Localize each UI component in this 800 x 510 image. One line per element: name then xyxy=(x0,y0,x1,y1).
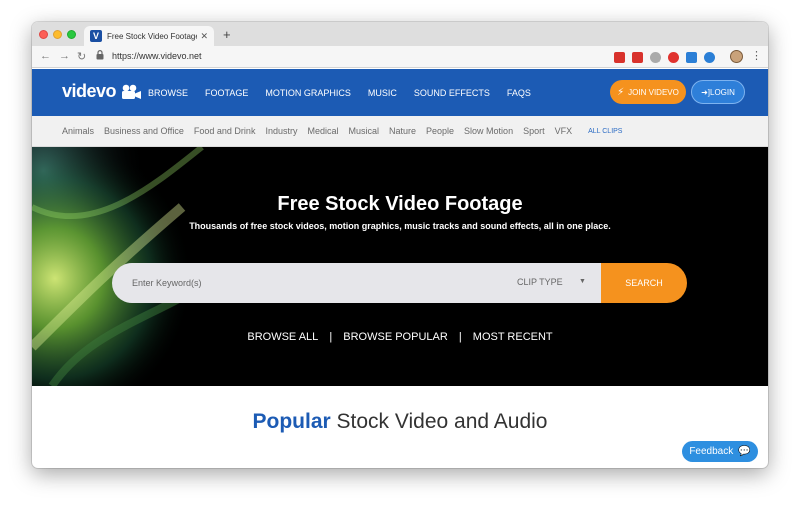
all-clips-link[interactable]: ALL CLIPS xyxy=(588,128,622,135)
hero-subtitle: Thousands of free stock videos, motion g… xyxy=(189,221,611,231)
tab-title: Free Stock Video Footage & M xyxy=(107,31,198,41)
chat-bubble-icon: 💬 xyxy=(738,446,751,457)
category-link[interactable]: Industry xyxy=(265,126,297,136)
browser-toolbar: ← → ↻ https://www.videvo.net ☆ ⋮ xyxy=(32,46,768,68)
avatar[interactable] xyxy=(730,50,743,63)
browse-links: BROWSE ALL | BROWSE POPULAR | MOST RECEN… xyxy=(32,331,768,343)
category-bar: Animals Business and Office Food and Dri… xyxy=(32,116,768,147)
category-link[interactable]: People xyxy=(426,126,454,136)
hero-title: Free Stock Video Footage xyxy=(277,193,523,215)
join-videvo-button[interactable]: ⚡ JOIN VIDEVO xyxy=(610,80,686,104)
site-header: videvo BROWSE FOOTAGE MOTION GRAPHICS MU… xyxy=(32,69,768,116)
popular-rest: Stock Video and Audio xyxy=(330,410,548,433)
category-link[interactable]: Food and Drink xyxy=(194,126,256,136)
category-link[interactable]: Sport xyxy=(523,126,545,136)
tab-strip: V Free Stock Video Footage & M ✕ + xyxy=(32,22,768,46)
video-camera-icon xyxy=(122,84,142,99)
category-link[interactable]: Slow Motion xyxy=(464,126,513,136)
extension-icon[interactable] xyxy=(686,52,697,63)
back-arrow-icon[interactable]: ← xyxy=(40,50,51,62)
extension-icon[interactable] xyxy=(668,52,679,63)
login-label: ➜]LOGIN xyxy=(701,87,735,97)
reload-icon[interactable]: ↻ xyxy=(77,50,86,63)
nav-sound-effects[interactable]: SOUND EFFECTS xyxy=(414,88,490,98)
chevron-down-icon[interactable]: ▼ xyxy=(579,278,586,285)
category-link[interactable]: Medical xyxy=(307,126,338,136)
category-link[interactable]: Animals xyxy=(62,126,94,136)
category-link[interactable]: Musical xyxy=(348,126,379,136)
login-button[interactable]: ➜]LOGIN xyxy=(691,80,745,104)
close-window-button[interactable] xyxy=(39,30,48,39)
most-recent-link[interactable]: MOST RECENT xyxy=(473,331,553,343)
tab-close-icon[interactable]: ✕ xyxy=(200,31,208,42)
feedback-label: Feedback xyxy=(689,446,734,457)
videvo-logo[interactable]: videvo xyxy=(62,81,142,102)
nav-footage[interactable]: FOOTAGE xyxy=(205,88,248,98)
category-link[interactable]: Business and Office xyxy=(104,126,184,136)
minimize-window-button[interactable] xyxy=(53,30,62,39)
extension-icon[interactable] xyxy=(614,52,625,63)
nav-faqs[interactable]: FAQS xyxy=(507,88,531,98)
extension-icon[interactable] xyxy=(632,52,643,63)
main-nav: BROWSE FOOTAGE MOTION GRAPHICS MUSIC SOU… xyxy=(148,69,548,116)
search-bar: CLIP TYPE ▼ SEARCH xyxy=(112,263,687,303)
forward-arrow-icon[interactable]: → xyxy=(59,50,70,62)
search-button[interactable]: SEARCH xyxy=(601,263,687,303)
feedback-button[interactable]: Feedback 💬 xyxy=(682,441,758,462)
extension-icon[interactable] xyxy=(650,52,661,63)
separator: | xyxy=(458,331,462,343)
separator: | xyxy=(329,331,333,343)
nav-music[interactable]: MUSIC xyxy=(368,88,397,98)
tab-videvo[interactable]: V Free Stock Video Footage & M ✕ xyxy=(84,26,214,46)
category-link[interactable]: Nature xyxy=(389,126,416,136)
logo-text: videvo xyxy=(62,81,117,101)
url-text: https://www.videvo.net xyxy=(112,51,202,61)
new-tab-button[interactable]: + xyxy=(223,27,231,42)
clip-type-select[interactable]: CLIP TYPE xyxy=(517,277,563,287)
extension-icon[interactable] xyxy=(704,52,715,63)
videvo-favicon-icon: V xyxy=(90,30,102,42)
nav-motion-graphics[interactable]: MOTION GRAPHICS xyxy=(265,88,351,98)
lightning-bolt-icon: ⚡ xyxy=(617,86,625,98)
hero-banner: Free Stock Video Footage Thousands of fr… xyxy=(32,147,768,386)
lock-icon xyxy=(96,50,104,60)
address-bar[interactable]: https://www.videvo.net ☆ xyxy=(96,49,662,65)
category-link[interactable]: VFX xyxy=(555,126,573,136)
browse-popular-link[interactable]: BROWSE POPULAR xyxy=(343,331,448,343)
join-label: JOIN VIDEVO xyxy=(628,87,679,97)
nav-browse[interactable]: BROWSE xyxy=(148,88,188,98)
popular-highlight: Popular xyxy=(252,410,331,433)
browse-all-link[interactable]: BROWSE ALL xyxy=(247,331,318,343)
browser-window: V Free Stock Video Footage & M ✕ + ← → ↻… xyxy=(32,22,768,468)
maximize-window-button[interactable] xyxy=(67,30,76,39)
browser-menu-icon[interactable]: ⋮ xyxy=(751,49,762,62)
popular-heading: Popular Stock Video and Audio xyxy=(32,410,768,434)
